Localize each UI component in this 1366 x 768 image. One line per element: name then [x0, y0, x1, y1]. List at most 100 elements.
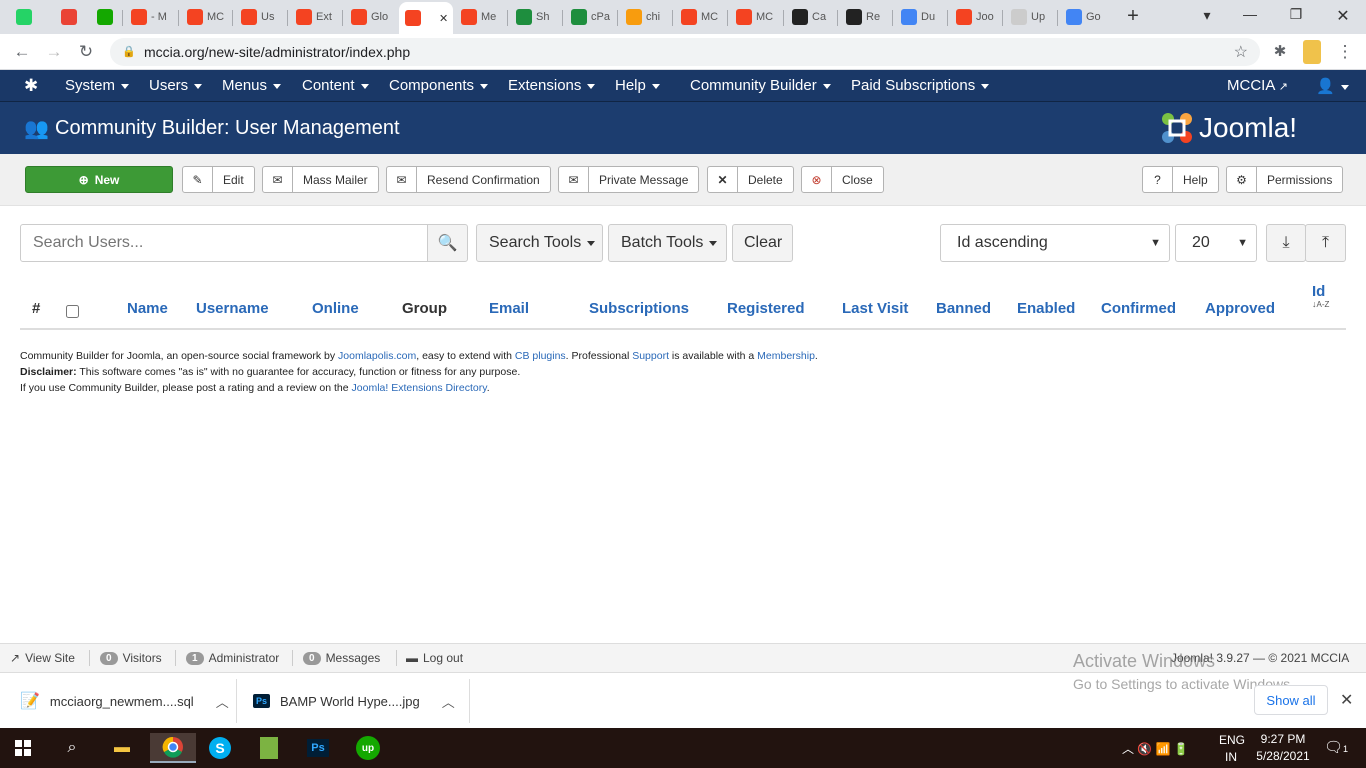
- browser-tab[interactable]: [91, 4, 125, 30]
- browser-tab[interactable]: Us: [235, 4, 285, 30]
- search-input[interactable]: [20, 224, 428, 262]
- logout-link[interactable]: ▬ Log out: [406, 651, 463, 665]
- edit-button[interactable]: ✎ Edit: [182, 166, 255, 193]
- browser-tab[interactable]: Up: [1005, 4, 1057, 30]
- cb-plugins-link[interactable]: CB plugins: [515, 350, 566, 362]
- windows-start-icon[interactable]: [8, 733, 38, 763]
- new-button[interactable]: ⊕ New: [25, 166, 173, 193]
- back-icon[interactable]: ←: [12, 42, 32, 62]
- column-header-username[interactable]: Username: [196, 300, 269, 317]
- delete-button[interactable]: ✕ Delete: [707, 166, 794, 193]
- forward-icon[interactable]: →: [44, 42, 64, 62]
- search-icon[interactable]: ⌕: [57, 733, 87, 763]
- menu-components[interactable]: Components: [389, 77, 489, 94]
- notifications-icon[interactable]: 🗨1: [1324, 738, 1348, 756]
- show-all-button[interactable]: Show all: [1254, 685, 1328, 715]
- column-header-enabled[interactable]: Enabled: [1017, 300, 1075, 317]
- browser-tab[interactable]: Ca: [786, 4, 838, 30]
- column-header-banned[interactable]: Banned: [936, 300, 991, 317]
- column-header-name[interactable]: Name: [127, 300, 168, 317]
- menu-paid-subscriptions[interactable]: Paid Subscriptions: [851, 77, 990, 94]
- joomlapolis-link[interactable]: Joomlapolis.com: [338, 350, 416, 362]
- browser-tab[interactable]: chi: [620, 4, 672, 30]
- url-field[interactable]: 🔒 mccia.org/new-site/administrator/index…: [110, 38, 1260, 66]
- browser-tab[interactable]: MC: [675, 4, 727, 30]
- tab-search-icon[interactable]: ▾: [1197, 7, 1217, 24]
- messages-link[interactable]: 0 Messages: [303, 651, 380, 665]
- browser-tab[interactable]: Ext: [290, 4, 340, 30]
- browser-tab[interactable]: Du: [895, 4, 947, 30]
- extensions-icon[interactable]: ✱: [1270, 42, 1290, 60]
- column-header-id[interactable]: Id: [1312, 283, 1325, 300]
- column-header-online[interactable]: Online: [312, 300, 359, 317]
- menu-community-builder[interactable]: Community Builder: [690, 77, 831, 94]
- clear-button[interactable]: Clear: [732, 224, 793, 262]
- browser-tab[interactable]: Re: [840, 4, 892, 30]
- help-button[interactable]: ? Help: [1142, 166, 1219, 193]
- browser-tab[interactable]: - M: [125, 4, 177, 30]
- joomla-menu-icon[interactable]: ✱: [24, 76, 38, 96]
- reload-icon[interactable]: ↻: [76, 42, 96, 62]
- clock-date[interactable]: 5/28/2021: [1256, 749, 1310, 763]
- close-shelf-icon[interactable]: ✕: [1340, 690, 1353, 710]
- column-header-registered[interactable]: Registered: [727, 300, 805, 317]
- close-button[interactable]: ⊗ Close: [801, 166, 884, 193]
- site-link[interactable]: MCCIA ↗: [1227, 77, 1288, 94]
- chevron-up-icon[interactable]: ︿: [216, 692, 229, 711]
- menu-system[interactable]: System: [65, 77, 130, 94]
- upwork-icon[interactable]: up: [353, 733, 383, 763]
- column-header-last-visit[interactable]: Last Visit: [842, 300, 908, 317]
- browser-tab[interactable]: Me: [455, 4, 507, 30]
- column-header-subscriptions[interactable]: Subscriptions: [589, 300, 689, 317]
- new-tab-button[interactable]: +: [1121, 5, 1145, 29]
- browser-tab[interactable]: ✕: [399, 2, 453, 34]
- menu-help[interactable]: Help: [615, 77, 660, 94]
- mass-mailer-button[interactable]: ✉ Mass Mailer: [262, 166, 379, 193]
- export-button[interactable]: ⤓: [1266, 224, 1306, 262]
- notepad-icon[interactable]: [254, 733, 284, 763]
- jed-link[interactable]: Joomla! Extensions Directory: [352, 382, 487, 394]
- select-all-checkbox[interactable]: [66, 305, 79, 318]
- column-header-approved[interactable]: Approved: [1205, 300, 1275, 317]
- menu-menus[interactable]: Menus: [222, 77, 282, 94]
- chevron-up-icon[interactable]: ︿: [442, 692, 455, 711]
- download-item[interactable]: 📝 mcciaorg_newmem....sql ︿: [20, 673, 229, 729]
- browser-tab[interactable]: [10, 4, 46, 30]
- browser-tab[interactable]: MC: [181, 4, 231, 30]
- minimize-icon[interactable]: —: [1240, 6, 1260, 22]
- browser-tab[interactable]: Sh: [510, 4, 562, 30]
- browser-tab[interactable]: cPa: [565, 4, 617, 30]
- clock-time[interactable]: 9:27 PM: [1260, 732, 1306, 746]
- permissions-button[interactable]: ⚙ Permissions: [1226, 166, 1344, 193]
- close-tab-icon[interactable]: ✕: [439, 12, 448, 25]
- photoshop-icon[interactable]: Ps: [303, 733, 333, 763]
- support-link[interactable]: Support: [632, 350, 669, 362]
- browser-tab[interactable]: Joo: [950, 4, 1002, 30]
- browser-menu-icon[interactable]: ⋮: [1335, 42, 1355, 62]
- limit-select[interactable]: 20 ▼: [1175, 224, 1257, 262]
- private-message-button[interactable]: ✉ Private Message: [558, 166, 700, 193]
- search-button[interactable]: 🔍: [427, 224, 468, 262]
- column-header-email[interactable]: Email: [489, 300, 529, 317]
- bookmark-star-icon[interactable]: ☆: [1234, 42, 1248, 62]
- tray-icons[interactable]: ︿ 🔇 📶 🔋: [1122, 740, 1189, 757]
- skype-icon[interactable]: S: [205, 733, 235, 763]
- menu-users[interactable]: Users: [149, 77, 203, 94]
- browser-tab[interactable]: [55, 4, 91, 30]
- column-header-confirmed[interactable]: Confirmed: [1101, 300, 1176, 317]
- menu-extensions[interactable]: Extensions: [508, 77, 596, 94]
- browser-tab[interactable]: Go: [1060, 4, 1110, 30]
- menu-content[interactable]: Content: [302, 77, 369, 94]
- batch-tools-button[interactable]: Batch Tools: [608, 224, 727, 262]
- import-button[interactable]: ⤒: [1305, 224, 1346, 262]
- language-indicator[interactable]: ENG: [1219, 733, 1245, 747]
- resend-confirmation-button[interactable]: ✉ Resend Confirmation: [386, 166, 551, 193]
- profile-avatar[interactable]: [1303, 40, 1321, 64]
- browser-tab[interactable]: MC: [730, 4, 782, 30]
- user-menu[interactable]: 👤: [1316, 77, 1349, 95]
- chrome-taskbar-icon[interactable]: [150, 733, 196, 763]
- file-explorer-icon[interactable]: ▬: [107, 733, 137, 763]
- membership-link[interactable]: Membership: [757, 350, 815, 362]
- restore-icon[interactable]: ❐: [1286, 6, 1306, 23]
- administrator-link[interactable]: 1 Administrator: [186, 651, 279, 665]
